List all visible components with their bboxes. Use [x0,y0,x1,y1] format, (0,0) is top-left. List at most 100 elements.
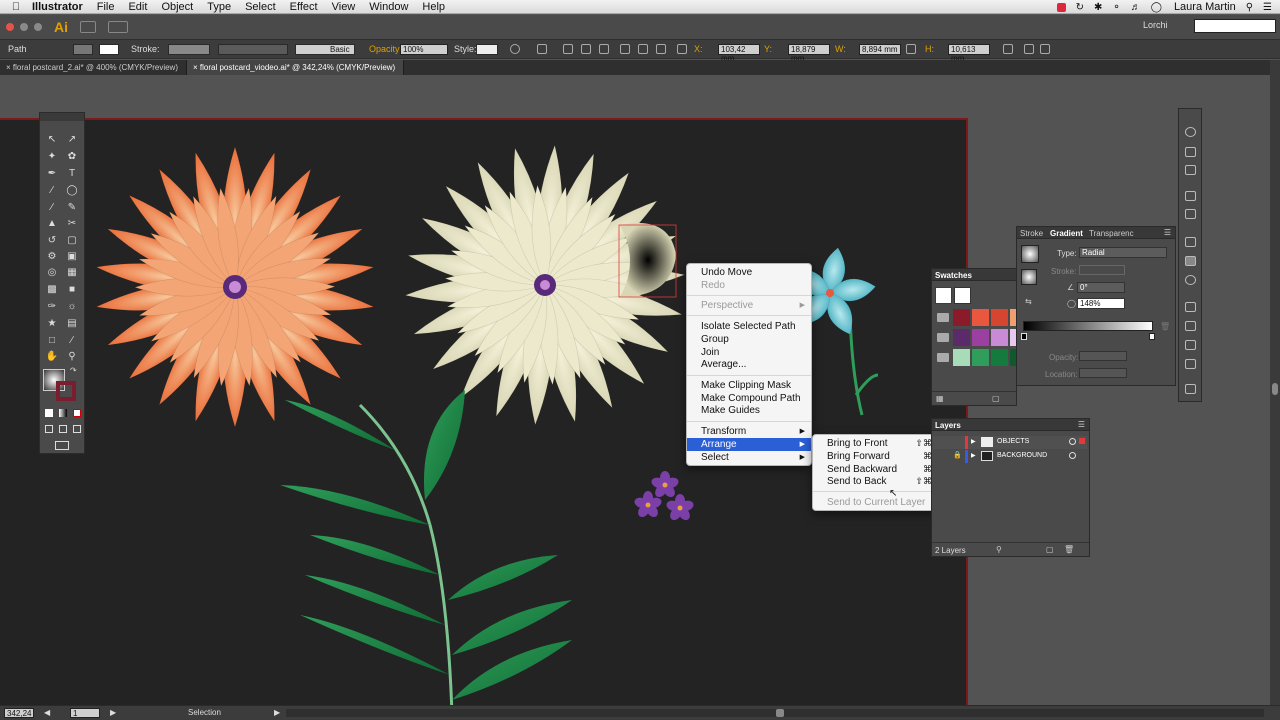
search-help-field[interactable] [1194,19,1276,33]
menu-effect[interactable]: Effect [290,1,318,13]
y-field[interactable]: 18,879 mm [788,44,830,63]
scale-tool-icon[interactable]: ▢ [65,234,79,248]
close-tab-icon[interactable]: × [6,63,13,72]
fill-swatch[interactable] [73,44,93,55]
isolate-icon[interactable] [1024,44,1034,54]
gradient-stop-start[interactable] [1021,333,1027,340]
target-icon[interactable] [1069,438,1076,445]
fill-stroke-toggle-icon[interactable] [1021,269,1037,285]
layers-tab[interactable]: Layers [935,421,961,430]
expand-layer-icon[interactable]: ▶ [971,438,976,445]
menu-edit[interactable]: Edit [128,1,147,13]
status-menu-icon[interactable]: ▶ [274,708,280,717]
align-left-icon[interactable] [563,44,573,54]
transform-icon[interactable] [1003,44,1013,54]
menu-window[interactable]: Window [369,1,408,13]
workspace-switcher[interactable]: Lorchi [1143,20,1168,30]
menu-select[interactable]: Select [245,1,276,13]
gradient-panel-icon[interactable] [1185,256,1196,266]
menu-item-make-clipping-mask[interactable]: Make Clipping Mask [687,379,811,392]
artboard-field[interactable]: 1 [70,708,100,718]
angle-field[interactable]: 0° [1077,282,1125,293]
slice-tool-icon[interactable]: ∕ [65,334,79,348]
new-swatch-icon[interactable]: ▢ [992,394,1000,403]
document-canvas[interactable] [0,75,1270,705]
menu-object[interactable]: Object [161,1,193,13]
color-mode-icon[interactable] [45,409,53,417]
apple-icon[interactable]:  [0,1,32,13]
lock-icon[interactable]: 🔒 [953,451,962,459]
pen-tool-icon[interactable]: ✒ [45,167,59,181]
artboard-tool-icon[interactable]: □ [45,334,59,348]
menu-help[interactable]: Help [422,1,445,13]
reverse-gradient-icon[interactable]: ⇆ [1025,297,1032,306]
notification-icon[interactable]: ☰ [1263,2,1272,13]
blend-tool-icon[interactable]: ☼ [65,300,79,314]
tab-floral-postcard-2[interactable]: × floral postcard_2.ai* @ 400% (CMYK/Pre… [0,60,187,75]
layer-name[interactable]: OBJECTS [997,438,1029,445]
menu-type[interactable]: Type [207,1,231,13]
horizontal-scrollbar[interactable] [286,709,1264,717]
timemachine-icon[interactable]: ↻ [1076,2,1084,13]
align-panel-icon[interactable] [1185,359,1196,369]
pathfinder-panel-icon[interactable] [1185,384,1196,394]
gradient-mode-icon[interactable] [59,409,67,417]
scrollbar-thumb[interactable] [1272,383,1278,395]
menu-item-select[interactable]: Select ▶ [687,451,811,464]
zoom-window-icon[interactable] [34,23,42,31]
pencil-tool-icon[interactable]: ✎ [65,201,79,215]
paragraph-panel-icon[interactable] [1185,340,1196,350]
prev-artboard-icon[interactable]: ◀ [44,708,50,717]
zoom-tool-icon[interactable]: ⚲ [65,350,79,364]
color-swatch[interactable] [991,309,1008,326]
panel-menu-icon[interactable] [1040,44,1050,54]
gradient-type-dropdown[interactable]: Radial [1079,247,1167,258]
volume-icon[interactable]: ♬ [1131,2,1141,13]
stroke-weight-field[interactable] [168,44,210,55]
layers-panel-icon[interactable] [1185,302,1196,312]
align-to-icon[interactable] [537,44,547,54]
swatches-tab[interactable]: Swatches [935,271,972,280]
hand-tool-icon[interactable]: ✋ [45,350,59,364]
paintbrush-tool-icon[interactable]: ∕ [45,201,59,215]
vertical-scrollbar[interactable] [1270,60,1280,705]
close-window-icon[interactable] [6,23,14,31]
draw-mode-icon[interactable] [45,425,53,433]
blob-brush-tool-icon[interactable]: ▲ [45,217,59,231]
type-tool-icon[interactable]: T [65,167,79,181]
symbol-sprayer-tool-icon[interactable]: ★ [45,317,59,331]
free-transform-tool-icon[interactable]: ▣ [65,250,79,264]
arrange-documents-button[interactable] [108,21,128,33]
bluetooth-icon[interactable]: ✱ [1094,2,1102,13]
color-guide-icon[interactable] [1185,147,1196,157]
variable-width-dropdown[interactable] [218,44,288,55]
x-field[interactable]: 103,42 mm [718,44,760,63]
delete-layer-icon[interactable]: 🗑 [1064,545,1074,554]
brush-dropdown[interactable]: Basic [295,44,355,55]
layer-row-background[interactable]: 🔒 ▶ BACKGROUND [933,450,1087,463]
tab-floral-postcard-video[interactable]: × floral postcard_viodeo.ai* @ 342,24% (… [186,60,405,75]
menu-item-send-to-back[interactable]: Send to Back ⇧⌘9 [813,475,945,488]
minimize-window-icon[interactable] [20,23,28,31]
rotate-tool-icon[interactable]: ↺ [45,234,59,248]
shape-builder-tool-icon[interactable]: ◎ [45,266,59,280]
color-swatch[interactable] [972,349,989,366]
swatches-panel-header[interactable]: Swatches [932,269,1016,281]
stroke-color-box[interactable] [56,381,76,401]
color-panel-icon[interactable] [1185,127,1196,137]
locate-object-icon[interactable]: ⚲ [996,545,1002,554]
menu-item-undo-move[interactable]: Undo Move [687,266,811,279]
purple-flower-cluster[interactable] [633,471,695,522]
menu-item-transform[interactable]: Transform ▶ [687,425,811,438]
wifi-icon[interactable]: ⚬ [1112,2,1120,13]
menu-app-name[interactable]: Illustrator [32,1,83,13]
stop-location-field[interactable] [1079,368,1127,378]
menu-item-bring-to-front[interactable]: Bring to Front ⇧⌘0 [813,437,945,450]
delete-stop-icon[interactable]: 🗑 [1160,322,1170,331]
gradient-slider[interactable] [1023,321,1153,331]
align-bottom-icon[interactable] [656,44,666,54]
appearance-panel-icon[interactable] [1185,275,1196,285]
horizontal-scrollbar-thumb[interactable] [776,709,784,717]
color-swatch[interactable] [991,329,1008,346]
recolor-icon[interactable] [510,44,520,54]
